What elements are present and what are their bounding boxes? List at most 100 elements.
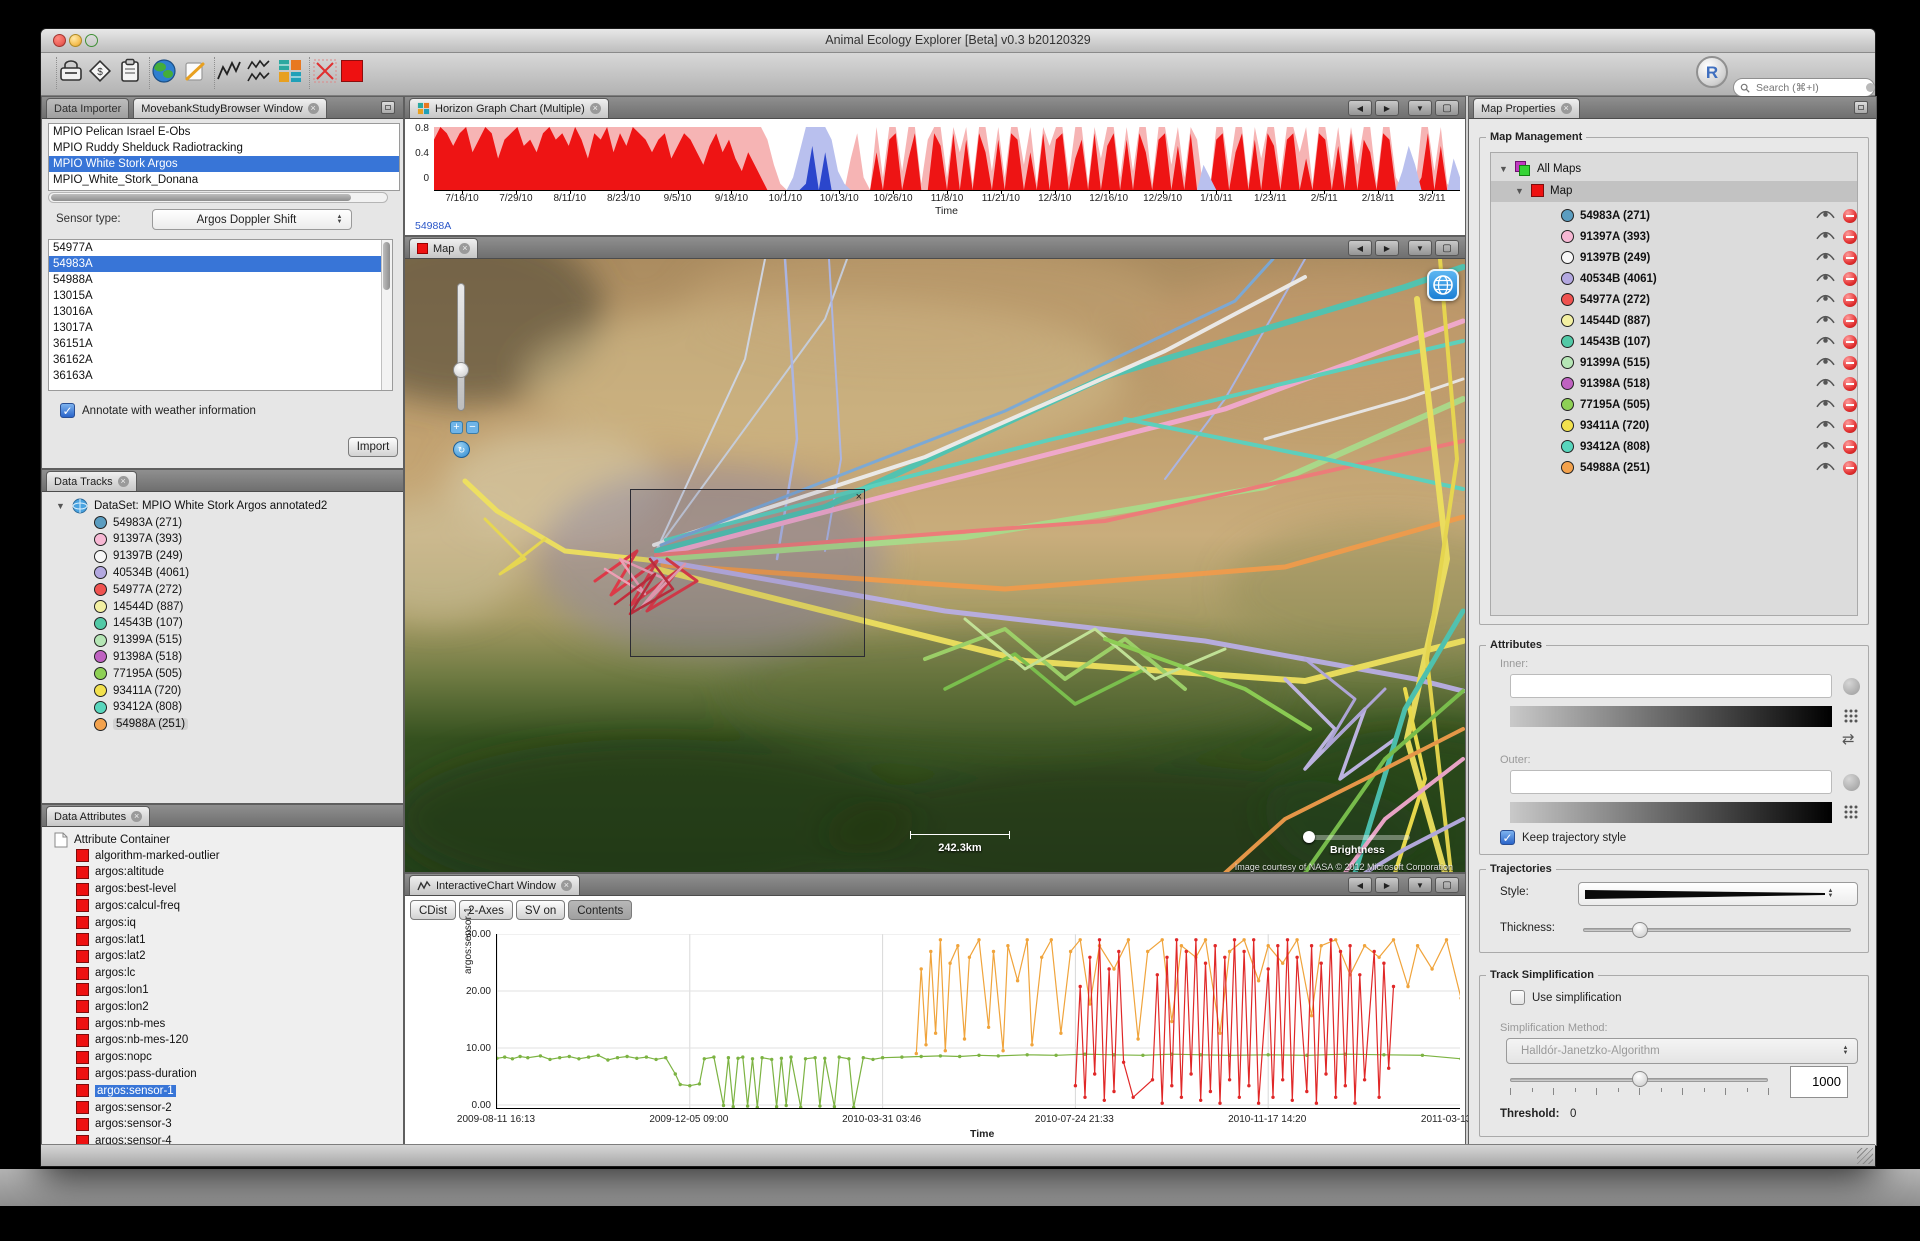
remove-layer-icon[interactable] bbox=[1843, 419, 1857, 433]
annotate-checkbox[interactable] bbox=[60, 403, 75, 418]
globe-icon[interactable] bbox=[150, 57, 178, 85]
close-tab-icon[interactable] bbox=[131, 811, 142, 822]
palette-grid-icon[interactable] bbox=[1843, 804, 1861, 820]
attribute-list-item[interactable]: argos:sensor-3 bbox=[76, 1118, 172, 1131]
visibility-eye-icon[interactable] bbox=[1816, 439, 1835, 457]
use-simplification-checkbox[interactable] bbox=[1510, 990, 1525, 1005]
tab-map-properties[interactable]: Map Properties bbox=[1473, 98, 1580, 118]
map-zoom-slider[interactable] bbox=[457, 283, 465, 411]
attribute-list-item[interactable]: argos:nb-mes-120 bbox=[76, 1034, 188, 1047]
close-tab-icon[interactable] bbox=[118, 476, 129, 487]
ichart-button-sv-on[interactable]: SV on bbox=[516, 900, 565, 920]
map-view[interactable]: × + − ↻ 242.3km Brightness Image courtes… bbox=[405, 259, 1465, 872]
remove-layer-icon[interactable] bbox=[1843, 293, 1857, 307]
remove-layer-icon[interactable] bbox=[1843, 335, 1857, 349]
attribute-list-item[interactable]: argos:lc bbox=[76, 967, 135, 980]
palette-grid-icon[interactable] bbox=[1843, 708, 1861, 724]
panel-menu-button[interactable] bbox=[1408, 240, 1432, 256]
remove-layer-icon[interactable] bbox=[1843, 356, 1857, 370]
thickness-slider[interactable] bbox=[1583, 928, 1851, 932]
visibility-eye-icon[interactable] bbox=[1816, 313, 1835, 331]
tab-interactive-chart[interactable]: InteractiveChart Window bbox=[409, 875, 580, 895]
inner-color-button[interactable] bbox=[1843, 678, 1860, 695]
visibility-eye-icon[interactable] bbox=[1816, 334, 1835, 352]
track-list-item[interactable]: 14543B (107) bbox=[94, 617, 183, 630]
remove-layer-icon[interactable] bbox=[1843, 251, 1857, 265]
panel-menu-button[interactable] bbox=[1408, 100, 1432, 116]
outer-color-button[interactable] bbox=[1843, 774, 1860, 791]
track-list-item[interactable]: 91397B (249) bbox=[94, 550, 183, 563]
remove-layer-icon[interactable] bbox=[1843, 230, 1857, 244]
horizon-chart[interactable] bbox=[434, 127, 1460, 190]
zoom-slider-knob[interactable] bbox=[453, 362, 469, 378]
style-dropdown[interactable] bbox=[1578, 882, 1858, 906]
panel-minimize-button[interactable] bbox=[1854, 101, 1868, 114]
attribute-list-item[interactable]: argos:lon1 bbox=[76, 983, 149, 996]
sensor-list-item[interactable]: 54983A bbox=[49, 256, 392, 272]
track-list-item[interactable]: 91398A (518) bbox=[94, 650, 182, 663]
study-list-item[interactable]: MPIO_White_Stork_Donana bbox=[49, 172, 399, 188]
simplification-value-box[interactable]: 1000 bbox=[1790, 1066, 1848, 1098]
visibility-eye-icon[interactable] bbox=[1816, 250, 1835, 268]
clipboard-icon[interactable] bbox=[116, 57, 144, 85]
attribute-list-item[interactable]: argos:iq bbox=[76, 916, 136, 929]
map-management-item[interactable]: 93412A (808) bbox=[1561, 440, 1650, 453]
sensor-list-item[interactable]: 36151A bbox=[49, 336, 392, 352]
sensor-list[interactable]: 54977A54983A54988A13015A13016A13017A3615… bbox=[48, 239, 393, 391]
map-management-item[interactable]: 14544D (887) bbox=[1561, 314, 1650, 327]
search-input[interactable] bbox=[1754, 81, 1862, 95]
map-globe-button[interactable] bbox=[1427, 269, 1459, 301]
search-clear-icon[interactable] bbox=[1866, 83, 1875, 92]
map-row[interactable]: Map bbox=[1515, 184, 1572, 197]
color-swatch-icon[interactable] bbox=[341, 60, 363, 82]
attribute-list-item[interactable]: argos:sensor-1 bbox=[76, 1084, 176, 1097]
close-tab-icon[interactable] bbox=[590, 103, 601, 114]
track-list-item[interactable]: 40534B (4061) bbox=[94, 566, 189, 579]
close-selection-icon[interactable]: × bbox=[856, 491, 862, 503]
keep-style-checkbox[interactable] bbox=[1500, 830, 1515, 845]
visibility-eye-icon[interactable] bbox=[1816, 418, 1835, 436]
disclosure-icon[interactable] bbox=[56, 501, 66, 511]
visibility-eye-icon[interactable] bbox=[1816, 208, 1835, 226]
method-dropdown[interactable]: Halldór-Janetzko-Algorithm bbox=[1506, 1038, 1858, 1064]
all-maps-row[interactable]: All Maps bbox=[1499, 161, 1581, 177]
tab-map[interactable]: Map bbox=[409, 238, 478, 258]
search-box[interactable] bbox=[1733, 78, 1875, 97]
attribute-list-item[interactable]: argos:lat2 bbox=[76, 950, 146, 963]
track-list-item[interactable]: 54983A (271) bbox=[94, 516, 182, 529]
brightness-knob[interactable] bbox=[1303, 831, 1315, 843]
panel-minimize-button[interactable] bbox=[381, 101, 395, 114]
track-list-item[interactable]: 54988A (251) bbox=[94, 718, 188, 731]
line-chart-icon[interactable] bbox=[215, 57, 243, 85]
study-list-hscrollbar[interactable] bbox=[48, 192, 388, 203]
track-list-item[interactable]: 93411A (720) bbox=[94, 684, 181, 697]
map-management-item[interactable]: 54988A (251) bbox=[1561, 461, 1650, 474]
attribute-list-item[interactable]: algorithm-marked-outlier bbox=[76, 849, 220, 862]
sensor-list-item[interactable]: 36162A bbox=[49, 352, 392, 368]
zoom-out-button[interactable]: − bbox=[466, 421, 479, 434]
study-list-item[interactable]: MPIO White Stork Argos bbox=[49, 156, 399, 172]
remove-layer-icon[interactable] bbox=[1843, 209, 1857, 223]
sensor-list-item[interactable]: 13017A bbox=[49, 320, 392, 336]
recenter-button[interactable]: ↻ bbox=[453, 441, 470, 458]
tab-movebank-browser[interactable]: MovebankStudyBrowser Window bbox=[133, 98, 326, 118]
shuffle-icon[interactable] bbox=[1842, 730, 1855, 748]
next-view-button[interactable] bbox=[1375, 877, 1399, 893]
sensor-list-vscrollbar[interactable] bbox=[381, 240, 392, 390]
sensor-list-item[interactable]: 54977A bbox=[49, 240, 392, 256]
tab-data-attributes[interactable]: Data Attributes bbox=[46, 806, 150, 826]
study-list-item[interactable]: MPIO Ruddy Shelduck Radiotracking bbox=[49, 140, 399, 156]
visibility-eye-icon[interactable] bbox=[1816, 376, 1835, 394]
attribute-list-item[interactable]: argos:pass-duration bbox=[76, 1067, 197, 1080]
maximize-panel-button[interactable] bbox=[1435, 240, 1459, 256]
map-management-item[interactable]: 77195A (505) bbox=[1561, 398, 1650, 411]
sensor-list-item[interactable]: 36163A bbox=[49, 368, 392, 384]
import-button[interactable]: Import bbox=[348, 437, 398, 457]
attribute-list-item[interactable]: argos:best-level bbox=[76, 883, 176, 896]
attribute-list-item[interactable]: argos:nb-mes bbox=[76, 1017, 165, 1030]
next-view-button[interactable] bbox=[1375, 100, 1399, 116]
prev-view-button[interactable] bbox=[1348, 240, 1372, 256]
resize-grip[interactable] bbox=[1857, 1148, 1873, 1164]
outer-gradient-bar[interactable] bbox=[1510, 802, 1832, 823]
remove-layer-icon[interactable] bbox=[1843, 272, 1857, 286]
